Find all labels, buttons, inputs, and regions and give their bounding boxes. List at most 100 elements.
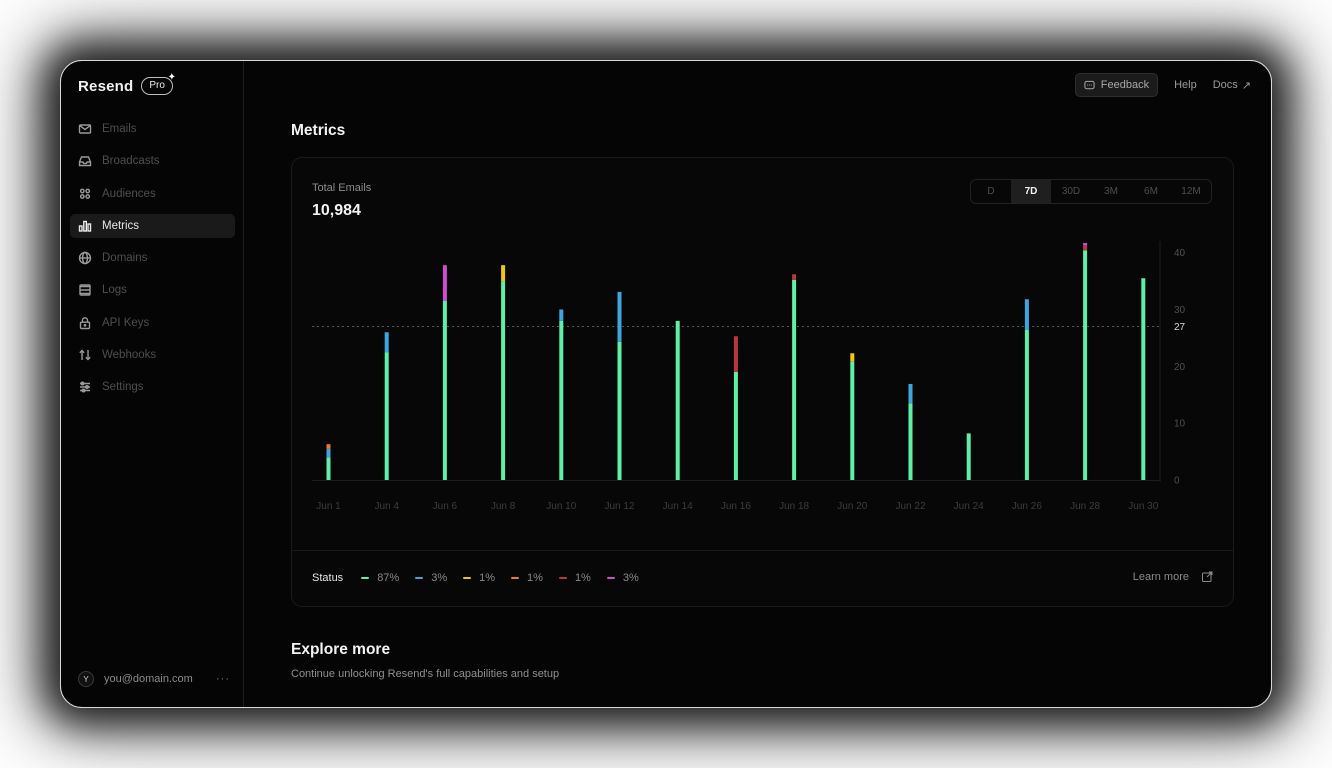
bar-segment-green [850, 361, 855, 480]
status-color-swatch [415, 577, 424, 579]
status-percent: 1% [527, 572, 543, 584]
sidebar-item-label: API Keys [102, 316, 150, 329]
sidebar-item-audiences[interactable]: Audiences [70, 182, 235, 206]
bar-segment-blue [326, 448, 331, 458]
bar-segment-green [501, 281, 506, 480]
plan-label: Pro [149, 80, 165, 91]
x-tick-label: Jun 14 [663, 501, 693, 512]
bar-segment-red [1083, 245, 1088, 251]
sidebar-item-logs[interactable]: Logs [70, 278, 235, 302]
bar-segment-red [792, 274, 797, 280]
x-tick-label: Jun 24 [954, 501, 984, 512]
bar-segment-yellow [850, 353, 855, 362]
bar-segment-green [966, 433, 971, 480]
page-title: Metrics [291, 122, 346, 139]
docs-link[interactable]: Docs ↗ [1213, 79, 1251, 92]
feedback-button[interactable]: Feedback [1074, 73, 1159, 97]
sidebar-item-label: Domains [102, 252, 148, 265]
status-percent: 1% [574, 572, 591, 584]
x-tick-label: Jun 6 [433, 501, 458, 512]
sidebar-item-domains[interactable]: Domains [70, 246, 235, 270]
x-tick-label: Jun 8 [491, 501, 516, 512]
status-color-swatch [558, 577, 567, 579]
sidebar-item-label: Broadcasts [102, 155, 160, 168]
sidebar-item-api-keys[interactable]: API Keys [70, 311, 235, 335]
bar-segment-blue [908, 383, 913, 404]
sidebar: Resend Pro ✦ Emails Broadcasts Audiences… [61, 61, 244, 707]
learn-more-label: Learn more [1132, 571, 1189, 583]
globe-icon [78, 251, 92, 265]
sidebar-item-emails[interactable]: Emails [70, 117, 235, 141]
x-tick-label: Jun 26 [1012, 501, 1042, 512]
external-link-icon [1202, 571, 1213, 582]
y-tick-label: 0 [1174, 476, 1180, 487]
status-percent: 3% [622, 572, 639, 584]
lock-icon [78, 316, 92, 330]
x-tick-label: Jun 4 [374, 501, 399, 512]
bar-segment-blue [384, 332, 389, 353]
x-tick-label: Jun 16 [721, 501, 751, 512]
chat-icon [1084, 80, 1095, 89]
average-reference-label: 27 [1174, 322, 1186, 333]
status-item: 3% [606, 572, 639, 584]
sidebar-item-label: Settings [102, 381, 144, 394]
y-tick-label: 40 [1174, 248, 1186, 259]
bar-segment-green [617, 341, 622, 480]
bar-segment-green [384, 352, 389, 480]
status-item: 87% [361, 572, 399, 584]
more-options-icon[interactable]: ··· [216, 673, 230, 685]
status-item: 1% [463, 572, 495, 584]
user-email: you@domain.com [104, 673, 193, 685]
sidebar-item-webhooks[interactable]: Webhooks [70, 343, 235, 367]
sparkle-icon: ✦ [167, 72, 176, 83]
sidebar-item-label: Webhooks [102, 349, 157, 362]
sliders-icon [78, 380, 92, 394]
bar-chart-icon [78, 219, 92, 233]
status-percent: 3% [431, 572, 448, 584]
status-percent: 87% [377, 572, 400, 584]
plan-badge: Pro ✦ [141, 72, 176, 95]
bar-segment-blue [1024, 299, 1029, 330]
status-percent: 1% [479, 572, 496, 584]
status-item: 3% [415, 572, 447, 584]
bar-segment-green [326, 457, 331, 480]
bar-segment-green [1083, 250, 1088, 480]
bar-segment-blue [617, 291, 622, 342]
status-color-swatch [511, 577, 520, 579]
card-divider [292, 550, 1233, 551]
sidebar-item-label: Logs [102, 284, 127, 297]
feedback-label: Feedback [1100, 79, 1150, 91]
users-icon [78, 187, 92, 201]
help-link[interactable]: Help [1174, 79, 1197, 91]
status-label: Status [312, 572, 344, 584]
sidebar-item-settings[interactable]: Settings [70, 375, 235, 399]
bar-segment-orange [326, 444, 331, 449]
sidebar-item-label: Metrics [102, 219, 140, 232]
bar-segment-green [442, 300, 447, 480]
sidebar-item-broadcasts[interactable]: Broadcasts [70, 149, 235, 173]
explore-title: Explore more [291, 641, 391, 658]
y-tick-label: 20 [1174, 362, 1186, 373]
user-menu[interactable]: Y you@domain.com ··· [78, 671, 230, 687]
sidebar-item-metrics[interactable]: Metrics [70, 213, 235, 238]
bar-segment-green [908, 403, 913, 480]
bar-segment-magenta [1083, 243, 1088, 246]
topbar: Feedback Help Docs ↗ [1074, 73, 1251, 97]
list-icon [78, 283, 92, 297]
learn-more-link[interactable]: Learn more [1133, 571, 1213, 583]
status-color-swatch [463, 577, 472, 579]
status-legend: Status 87% 3% 1% 1% 1% 3% [312, 572, 655, 584]
explore-subtitle: Continue unlocking Resend's full capabil… [291, 668, 560, 680]
x-tick-label: Jun 22 [895, 501, 925, 512]
bar-segment-green [1141, 278, 1146, 480]
external-arrow-icon: ↗ [1241, 79, 1251, 92]
x-tick-label: Jun 12 [604, 501, 634, 512]
mail-icon [78, 122, 92, 136]
brand[interactable]: Resend Pro ✦ [78, 72, 176, 95]
docs-label: Docs [1212, 79, 1238, 91]
bar-segment-green [733, 372, 738, 480]
inbox-icon [78, 154, 92, 168]
metrics-chart: 0 10 20 30 40 27 Jun 1 Jun 4 Jun 6 Jun 8 Jun 10 Jun… [312, 241, 1186, 512]
sidebar-item-label: Emails [102, 123, 137, 135]
x-tick-label: Jun 18 [779, 501, 809, 512]
